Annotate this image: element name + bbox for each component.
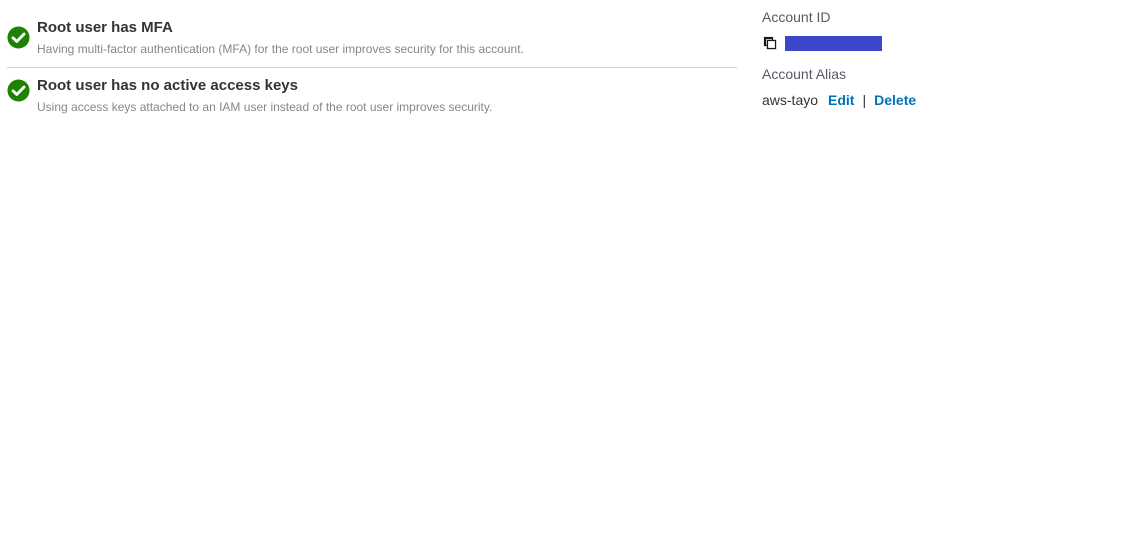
account-info-panel: Account ID Account Alias aws-tayo Edit |… — [762, 9, 1102, 109]
account-alias-value: aws-tayo — [762, 92, 819, 108]
page: Root user has MFA Having multi-factor au… — [0, 0, 1123, 553]
recommendation-title: Root user has no active access keys — [37, 77, 298, 94]
recommendation-title: Root user has MFA — [37, 19, 173, 36]
recommendation-description: Having multi-factor authentication (MFA)… — [37, 42, 524, 56]
account-id-redacted — [785, 35, 882, 51]
check-circle-icon — [7, 79, 30, 102]
recommendation-root-mfa: Root user has MFA Having multi-factor au… — [7, 19, 737, 68]
account-alias-label: Account Alias — [762, 66, 847, 82]
delete-alias-link[interactable]: Delete — [874, 92, 916, 109]
check-circle-icon — [7, 26, 30, 49]
security-recommendations: Root user has MFA Having multi-factor au… — [7, 14, 737, 117]
link-separator: | — [862, 92, 867, 108]
account-alias-row: aws-tayo Edit | Delete — [762, 92, 1102, 109]
edit-alias-link[interactable]: Edit — [828, 92, 854, 109]
account-id-row — [762, 35, 1102, 51]
recommendation-description: Using access keys attached to an IAM use… — [37, 100, 493, 114]
recommendation-root-access-keys: Root user has no active access keys Usin… — [7, 77, 737, 117]
account-id-label: Account ID — [762, 9, 831, 25]
copy-icon[interactable] — [762, 35, 778, 51]
